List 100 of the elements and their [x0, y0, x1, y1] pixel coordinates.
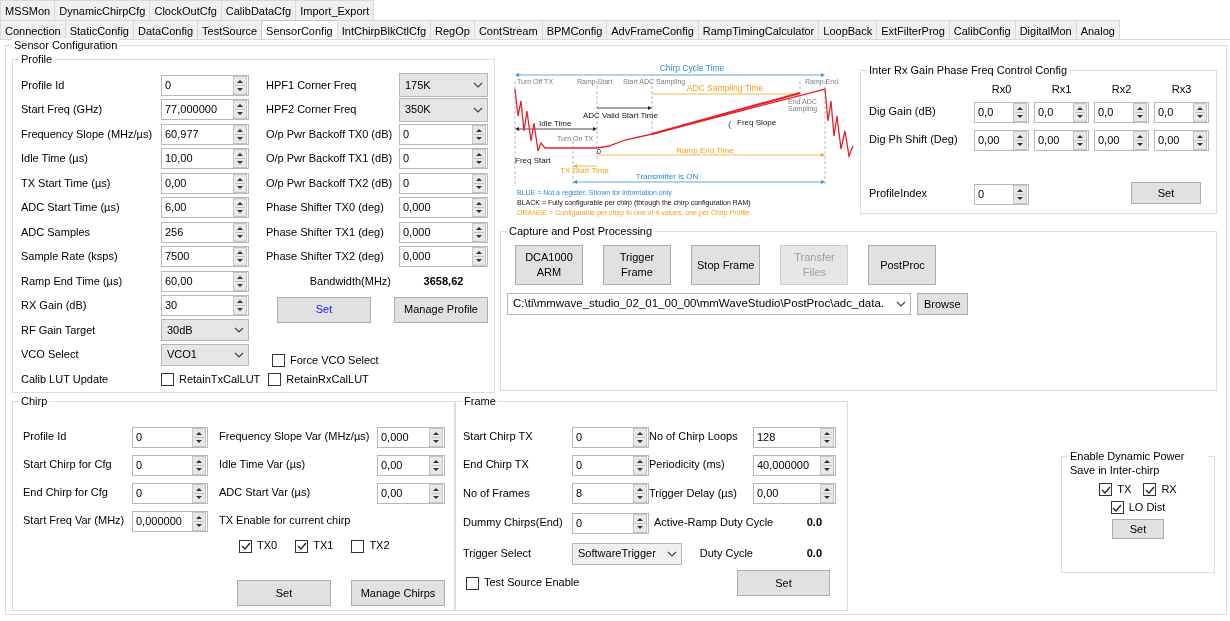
spin-buttons[interactable] — [1073, 102, 1087, 122]
number-field[interactable]: 0 — [399, 172, 488, 194]
number-field[interactable]: 40,000000 — [753, 454, 836, 476]
dropdown[interactable]: 30dB — [161, 319, 249, 342]
trigger-frame-button[interactable]: Trigger Frame — [603, 245, 671, 285]
tab[interactable]: CalibDataCfg — [220, 0, 297, 20]
tab[interactable]: TestSource — [197, 20, 263, 39]
number-field[interactable]: 0,00 — [1094, 129, 1149, 151]
browse-button[interactable]: Browse — [917, 293, 968, 315]
number-field[interactable]: 0 — [974, 183, 1029, 205]
spin-buttons[interactable] — [472, 247, 486, 267]
spin-buttons[interactable] — [1013, 184, 1027, 204]
checkbox[interactable] — [161, 372, 174, 386]
number-field[interactable]: 10,00 — [161, 148, 249, 170]
spin-buttons[interactable] — [192, 483, 206, 503]
spin-buttons[interactable] — [1013, 130, 1027, 150]
spin-buttons[interactable] — [233, 124, 247, 144]
checkbox[interactable] — [295, 539, 309, 553]
number-field[interactable]: 0,00 — [377, 482, 445, 504]
spin-buttons[interactable] — [192, 511, 206, 531]
number-field[interactable]: 0,0 — [1154, 101, 1209, 123]
spin-buttons[interactable] — [429, 483, 443, 503]
tab[interactable]: Analog — [1075, 20, 1120, 39]
set-button[interactable]: Set — [237, 580, 331, 606]
spin-buttons[interactable] — [633, 484, 647, 503]
tab[interactable]: Connection — [0, 20, 66, 39]
spin-buttons[interactable] — [1073, 130, 1087, 150]
spin-buttons[interactable] — [1013, 102, 1027, 122]
number-field[interactable]: 0,00 — [1154, 129, 1209, 151]
spin-buttons[interactable] — [472, 124, 486, 144]
path-combobox[interactable]: C:\ti\mmwave_studio_02_01_00_00\mmWaveStudio\PostProc\adc_data. — [507, 293, 911, 315]
number-field[interactable]: 128 — [753, 426, 836, 448]
spin-buttons[interactable] — [820, 455, 834, 475]
spin-buttons[interactable] — [233, 75, 247, 95]
number-field[interactable]: 0,00 — [377, 454, 445, 476]
dropdown[interactable]: 175K — [399, 73, 488, 98]
spin-buttons[interactable] — [233, 222, 247, 242]
tab[interactable]: DigitalMon — [1014, 20, 1077, 39]
set-button[interactable]: Set — [737, 570, 830, 596]
spin-buttons[interactable] — [192, 455, 206, 475]
number-field[interactable]: 0,0 — [1034, 101, 1089, 123]
tab[interactable]: ExtFilterProg — [876, 20, 950, 39]
checkbox[interactable] — [239, 539, 252, 553]
number-field[interactable]: 6,00 — [161, 197, 249, 219]
number-field[interactable]: 60,00 — [161, 270, 249, 292]
spin-buttons[interactable] — [233, 247, 247, 267]
number-field[interactable]: 0,000 — [377, 426, 445, 448]
arm-button[interactable]: DCA1000 ARM — [515, 245, 583, 285]
number-field[interactable]: 0,000 — [399, 197, 488, 219]
dropdown[interactable]: VCO1 — [161, 343, 249, 366]
set-button[interactable]: Set — [1131, 182, 1201, 204]
tab[interactable]: RampTimingCalculator — [697, 20, 820, 39]
number-field[interactable]: 0,0 — [1094, 101, 1149, 123]
number-field[interactable]: 0 — [572, 512, 649, 534]
number-field[interactable]: 0 — [399, 123, 488, 145]
checkbox[interactable] — [1110, 501, 1124, 515]
manage-chirps-button[interactable]: Manage Chirps — [351, 580, 445, 606]
set-button[interactable]: Set — [277, 296, 371, 323]
spin-buttons[interactable] — [633, 455, 647, 475]
spin-buttons[interactable] — [1193, 130, 1207, 150]
spin-buttons[interactable] — [472, 222, 486, 242]
spin-buttons[interactable] — [472, 173, 486, 193]
tab[interactable]: RegOp — [430, 20, 475, 39]
manage-profile-button[interactable]: Manage Profile — [394, 296, 488, 323]
set-button[interactable]: Set — [1112, 519, 1164, 540]
number-field[interactable]: 0,000 — [399, 221, 488, 243]
spin-buttons[interactable] — [233, 149, 247, 169]
number-field[interactable]: 0,00 — [161, 172, 249, 194]
spin-buttons[interactable] — [233, 100, 247, 120]
spin-buttons[interactable] — [1133, 102, 1147, 122]
spin-buttons[interactable] — [192, 427, 206, 447]
number-field[interactable]: 0,00 — [974, 129, 1029, 151]
number-field[interactable]: 0 — [161, 74, 249, 96]
number-field[interactable]: 60,977 — [161, 123, 249, 145]
tab[interactable]: MSSMon — [0, 0, 56, 20]
stop-frame-button[interactable]: Stop Frame — [691, 245, 761, 285]
spin-buttons[interactable] — [429, 455, 443, 475]
number-field[interactable]: 0 — [399, 148, 488, 170]
tab[interactable]: ContStream — [473, 20, 543, 39]
spin-buttons[interactable] — [472, 198, 486, 218]
tab[interactable]: AdvFrameConfig — [606, 20, 699, 39]
dropdown[interactable]: SoftwareTrigger — [572, 543, 682, 565]
checkbox[interactable] — [1143, 483, 1157, 497]
number-field[interactable]: 7500 — [161, 246, 249, 268]
spin-buttons[interactable] — [1133, 130, 1147, 150]
number-field[interactable]: 0,000000 — [132, 510, 208, 532]
spin-buttons[interactable] — [233, 296, 247, 316]
number-field[interactable]: 0 — [132, 426, 208, 448]
spin-buttons[interactable] — [429, 427, 443, 447]
tab[interactable]: DynamicChirpCfg — [54, 0, 151, 20]
spin-buttons[interactable] — [820, 427, 834, 447]
number-field[interactable]: 0,00 — [753, 483, 836, 504]
number-field[interactable]: 0 — [132, 454, 208, 476]
number-field[interactable]: 0 — [572, 454, 649, 476]
spin-buttons[interactable] — [472, 149, 486, 169]
number-field[interactable]: 0 — [132, 482, 208, 504]
dropdown[interactable]: 350K — [399, 97, 488, 122]
checkbox[interactable] — [268, 372, 282, 386]
tab[interactable]: LoopBack — [818, 20, 878, 39]
tab[interactable]: ClockOutCfg — [149, 0, 222, 20]
